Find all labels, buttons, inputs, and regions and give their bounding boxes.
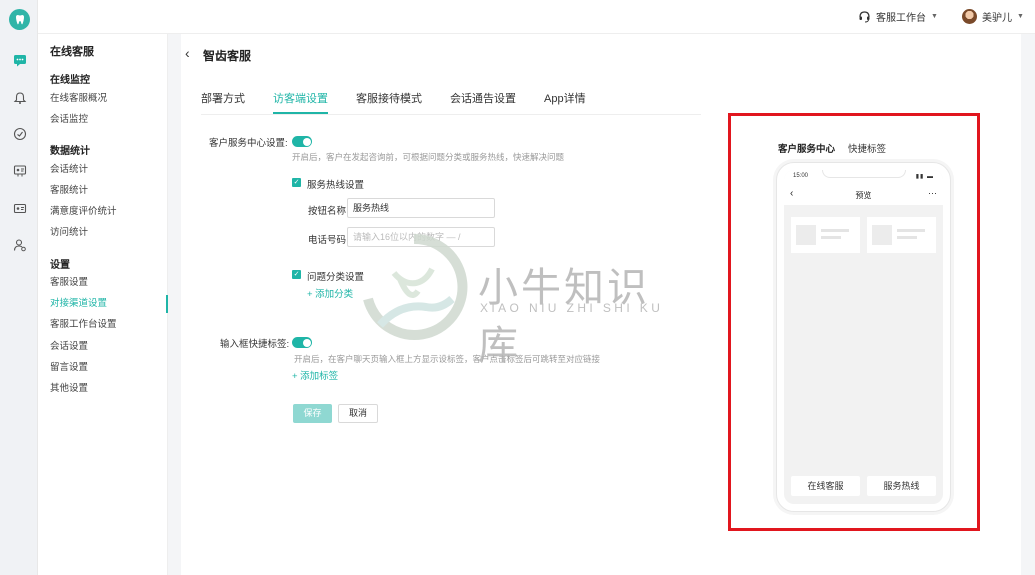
add-category-link[interactable]: + 添加分类 [307, 286, 353, 300]
sidebar-item-satisfaction-stats[interactable]: 满意度评价统计 [38, 203, 168, 221]
tab-session-notice[interactable]: 会话通告设置 [450, 90, 516, 114]
service-center-hint: 开启后，客户在发起咨询前，可根据问题分类或服务热线，快速解决问题 [292, 152, 565, 162]
sidebar-item-session-stats[interactable]: 会话统计 [38, 161, 168, 179]
save-button[interactable]: 保存 [293, 404, 332, 423]
chat-icon[interactable] [11, 52, 28, 69]
sidebar-item-session-settings[interactable]: 会话设置 [38, 338, 168, 356]
sidebar-group-monitor: 在线监控 [50, 75, 90, 86]
tab-app-details[interactable]: App详情 [544, 90, 586, 114]
service-center-label: 客户服务中心设置: [209, 138, 288, 149]
user-name: 美驴儿 [982, 13, 1012, 24]
status-time: 15:00 [793, 173, 809, 179]
category-checkbox-label: 问题分类设置 [307, 272, 365, 283]
preview-tab-service-center[interactable]: 客户服务中心 [778, 141, 835, 155]
preview-tab-quick-tags[interactable]: 快捷标签 [848, 141, 886, 155]
tabs-divider [201, 114, 701, 115]
user-menu[interactable]: 美驴儿 ▼ [962, 9, 1024, 24]
bell-icon[interactable] [11, 89, 28, 106]
category-card[interactable] [791, 217, 860, 253]
person-settings-icon[interactable] [11, 236, 28, 253]
category-checkbox[interactable]: ✓ [292, 270, 301, 279]
sidebar-item-workbench-settings[interactable]: 客服工作台设置 [38, 316, 168, 334]
card-icon[interactable] [11, 200, 28, 217]
quick-tag-hint: 开启后，在客户聊天页输入框上方显示设标签，客户点击标签后可跳转至对应链接 [294, 354, 601, 364]
sidebar-title: 在线客服 [50, 46, 94, 58]
page-title: 智齿客服 [203, 49, 252, 63]
online-service-button[interactable]: 在线客服 [791, 476, 860, 496]
phone-input[interactable]: 请输入16位以内的数字 — / [347, 227, 495, 247]
button-name-label: 按钮名称 [308, 206, 347, 217]
sidebar-item-other-settings[interactable]: 其他设置 [38, 380, 168, 398]
phone-mockup: 15:00 ▮▮ ▬ ‹ 预览 ··· 在线客服 服务热线 [776, 162, 951, 512]
sidebar-item-agent-settings[interactable]: 客服设置 [38, 274, 168, 292]
sidebar-item-agent-stats[interactable]: 客服统计 [38, 182, 168, 200]
headset-icon [859, 11, 870, 23]
signal-battery-icon: ▮▮ ▬ [915, 174, 934, 180]
quick-tag-label: 输入框快捷标签: [220, 339, 290, 350]
top-bar: 客服工作台 ▼ 美驴儿 ▼ [38, 0, 1035, 34]
back-icon[interactable]: ‹ [185, 45, 190, 61]
cancel-button[interactable]: 取消 [338, 404, 378, 423]
sidebar-item-session-monitor[interactable]: 会话监控 [38, 111, 168, 129]
sidebar-item-channel-settings[interactable]: 对接渠道设置 [38, 295, 168, 313]
category-card[interactable] [867, 217, 936, 253]
caret-down-icon: ▼ [931, 13, 938, 20]
tab-bar: 部署方式 访客端设置 客服接待模式 会话通告设置 App详情 [201, 90, 614, 114]
gauge-icon[interactable] [11, 125, 28, 142]
preview-panel: 客户服务中心 快捷标签 15:00 ▮▮ ▬ ‹ 预览 ··· 在线客服 服务热… [728, 113, 980, 531]
phone-screen: 15:00 ▮▮ ▬ ‹ 预览 ··· 在线客服 服务热线 [784, 170, 943, 504]
phone-nav-bar: ‹ 预览 ··· [784, 185, 943, 205]
tab-deploy[interactable]: 部署方式 [201, 90, 245, 114]
add-tag-link[interactable]: + 添加标签 [292, 368, 338, 382]
hotline-button[interactable]: 服务热线 [867, 476, 936, 496]
sidebar-item-overview[interactable]: 在线客服概况 [38, 90, 168, 108]
contact-icon[interactable] [11, 162, 28, 179]
sidebar-group-stats: 数据统计 [50, 146, 90, 157]
phone-label: 电话号码 [308, 235, 347, 246]
workbench-label: 客服工作台 [876, 13, 926, 24]
sidebar-item-message-settings[interactable]: 留言设置 [38, 359, 168, 377]
phone-notch [822, 170, 906, 178]
hotline-checkbox-label: 服务热线设置 [307, 180, 365, 191]
nav-title: 预览 [855, 191, 872, 200]
service-center-toggle[interactable] [292, 136, 312, 147]
tab-visitor-settings[interactable]: 访客端设置 [273, 90, 328, 114]
workbench-menu[interactable]: 客服工作台 ▼ [858, 9, 938, 24]
avatar [962, 9, 977, 24]
sidebar-item-visit-stats[interactable]: 访问统计 [38, 224, 168, 242]
quick-tag-toggle[interactable] [292, 337, 312, 348]
more-icon[interactable]: ··· [928, 188, 937, 198]
tab-reception-mode[interactable]: 客服接待模式 [356, 90, 422, 114]
sidebar-group-settings: 设置 [50, 260, 70, 271]
hotline-checkbox[interactable]: ✓ [292, 178, 301, 187]
sidebar: 在线客服 在线监控 在线客服概况 会话监控 数据统计 会话统计 客服统计 满意度… [38, 34, 168, 575]
tooth-logo-icon[interactable] [9, 9, 30, 30]
caret-down-icon: ▼ [1017, 13, 1024, 20]
icon-rail [0, 0, 38, 575]
button-name-input[interactable]: 服务热线 [347, 198, 495, 218]
